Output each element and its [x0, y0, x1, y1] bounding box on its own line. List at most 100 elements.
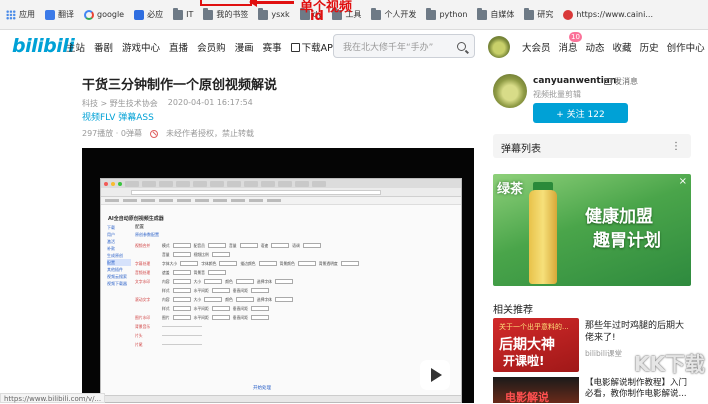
- video-download-links[interactable]: 视频FLV 弹幕ASS: [82, 110, 154, 123]
- inner-config-panel: 配置 原创参数配置 视频合并 模式 配音员 音量 语速 语调 音量 视频比例 字幕处理 字体大小字…: [135, 224, 457, 400]
- uploader-avatar[interactable]: [493, 74, 527, 108]
- folder-icon: [524, 7, 535, 20]
- inner-row: 滚动文字 内容 大小 颜色 选择字体: [135, 295, 457, 304]
- folder-icon: [258, 7, 269, 20]
- inner-side-item: 其他插件: [107, 267, 123, 272]
- inner-row: 样式 水平间距 垂直间距: [135, 304, 457, 313]
- play-count: 297播放 · 0弹幕: [82, 129, 142, 138]
- inner-row: 片头: [135, 331, 457, 340]
- nav-item-live[interactable]: 直播: [169, 40, 188, 54]
- folder-icon: [203, 7, 214, 20]
- video-stats: 297播放 · 0弹幕 未经作者授权，禁止转载: [82, 128, 254, 139]
- bookmarks-bar: 应用 翻译 google 必应 IT 我的书签 ysxk dy 工具 个人开发 python 自媒体研…: [0, 0, 708, 30]
- inner-bookmarks: [101, 197, 461, 205]
- annotation-arrow: [249, 0, 294, 7]
- site-watermark: KK下载: [634, 352, 705, 376]
- ad-close-icon[interactable]: ×: [679, 176, 687, 187]
- inner-side-item: 用户: [107, 232, 115, 237]
- https-icon: [563, 9, 574, 20]
- folder-icon: [477, 7, 488, 20]
- bookmark-5[interactable]: 我的书签: [203, 7, 248, 20]
- bookmark-1[interactable]: 翻译: [45, 9, 74, 20]
- nav-dynamics[interactable]: 动态: [586, 40, 605, 54]
- user-avatar[interactable]: [488, 36, 510, 58]
- inner-row: 样式 水平间距 垂直间距: [135, 286, 457, 295]
- inner-dock: [101, 395, 461, 402]
- follow-button[interactable]: + 关注 122: [533, 103, 628, 123]
- nav-item-events[interactable]: 赛事: [263, 40, 282, 54]
- nav-vip[interactable]: 大会员: [522, 40, 551, 54]
- bing-icon: [134, 9, 145, 20]
- send-message-button[interactable]: 发消息: [604, 76, 638, 87]
- nav-item-anime[interactable]: 番剧: [94, 40, 113, 54]
- tea-bottle-image: [529, 190, 557, 284]
- video-title: 干货三分钟制作一个原创视频解说: [82, 78, 278, 93]
- inner-app-page: AI全自动原创视频生成器 下载 用户 激活 补款 生成原创 配置 其他插件 视频云搜索 视频下载…: [101, 209, 461, 402]
- folder-icon: [426, 7, 437, 20]
- bookmark-12[interactable]: 研究: [524, 7, 553, 20]
- ad-slogan-2: 趣胃计划: [593, 231, 661, 251]
- search-button[interactable]: [448, 35, 474, 57]
- inner-row: 片尾: [135, 340, 457, 349]
- user-nav: 大会员 消息 动态 收藏 历史 创作中心: [522, 40, 705, 54]
- bookmark-3[interactable]: 必应: [134, 9, 163, 20]
- bilibili-logo[interactable]: bilibili: [12, 35, 75, 57]
- nav-favorites[interactable]: 收藏: [613, 40, 632, 54]
- google-icon: [84, 9, 94, 20]
- inner-side-item: 生成原创: [107, 253, 123, 258]
- danmaku-list-header[interactable]: 弹幕列表 ⋮: [493, 134, 691, 158]
- inner-start-button: 开始处理: [253, 386, 271, 391]
- bookmark-10[interactable]: python: [426, 7, 467, 20]
- recommend-thumbnail[interactable]: 关于一个出乎意料的... 后期大神 开课啦!: [493, 318, 579, 372]
- ad-slogan-1: 健康加盟: [585, 207, 653, 227]
- recommend-title: 相关推荐: [493, 305, 533, 316]
- search-icon: [456, 41, 466, 51]
- message-count-badge: 10: [569, 32, 582, 42]
- thumb-caption: 关于一个出乎意料的...: [499, 323, 569, 331]
- search-box[interactable]: 我在北大修千年“手办”: [333, 34, 475, 58]
- status-url: https://www.bilibili.com/v/...: [0, 393, 106, 403]
- nav-history[interactable]: 历史: [640, 40, 659, 54]
- search-input[interactable]: 我在北大修千年“手办”: [334, 40, 448, 53]
- inner-row: 视频合并 模式 配音员 音量 语速 语调: [135, 241, 457, 250]
- nav-messages[interactable]: 消息: [559, 40, 578, 54]
- recommend-item-title[interactable]: 那些年过时鸡腿的后期大佬来了!: [585, 320, 691, 344]
- nav-item-home[interactable]: 主站: [66, 40, 85, 54]
- bookmark-9[interactable]: 个人开发: [371, 7, 416, 20]
- recommend-thumbnail-2[interactable]: 电影解说: [493, 377, 579, 403]
- download-app-link[interactable]: 下载APP: [290, 40, 339, 54]
- inner-row: 背景音乐: [135, 322, 457, 331]
- inner-side-item: 视频云搜索: [107, 274, 127, 279]
- apps-grid-icon: [6, 9, 16, 20]
- play-button[interactable]: [420, 360, 450, 390]
- nav-item-comic[interactable]: 漫画: [235, 40, 254, 54]
- video-publish-time: 2020-04-01 16:17:54: [167, 98, 253, 107]
- inner-row: 音量 视频比例: [135, 250, 457, 259]
- thumb-subline: 开课啦!: [503, 354, 545, 368]
- inner-address-bar: [101, 188, 461, 197]
- inner-side-item: 激活: [107, 239, 115, 244]
- bookmark-6[interactable]: ysxk: [258, 7, 290, 20]
- inner-side-item: 配置: [107, 259, 131, 266]
- nav-item-shop[interactable]: 会员购: [197, 40, 226, 54]
- annotation-box: [200, 0, 252, 6]
- inner-side-item: 下载: [107, 225, 115, 230]
- folder-icon: [371, 7, 382, 20]
- bookmark-4[interactable]: IT: [173, 7, 193, 20]
- nav-item-games[interactable]: 游戏中心: [122, 40, 160, 54]
- nav-creator-center[interactable]: 创作中心: [667, 40, 705, 54]
- site-header: bilibili 主站 番剧 游戏中心 直播 会员购 漫画 赛事 下载APP 我…: [0, 30, 708, 62]
- bookmark-2[interactable]: google: [84, 9, 124, 20]
- video-meta: 科技 > 野生技术协会 2020-04-01 16:17:54: [82, 98, 253, 109]
- bookmark-0[interactable]: 应用: [6, 9, 35, 20]
- inner-app-title: AI全自动原创视频生成器: [108, 216, 164, 222]
- video-category[interactable]: 科技 > 野生技术协会: [82, 98, 158, 109]
- translate-icon: [45, 9, 55, 20]
- recommend-item-up[interactable]: bilibili课堂: [585, 348, 622, 359]
- more-icon[interactable]: ⋮: [671, 141, 681, 152]
- bookmark-11[interactable]: 自媒体: [477, 7, 514, 20]
- bookmark-13[interactable]: https://www.caini...: [563, 9, 653, 20]
- annotation-text: 单个视频: [300, 0, 353, 15]
- recommend-item-title-2[interactable]: 【电影解说制作教程】入门必看，教你制作电影解说...: [585, 378, 691, 400]
- ad-banner[interactable]: 绿茶 健康加盟 趣胃计划 ×: [493, 174, 691, 286]
